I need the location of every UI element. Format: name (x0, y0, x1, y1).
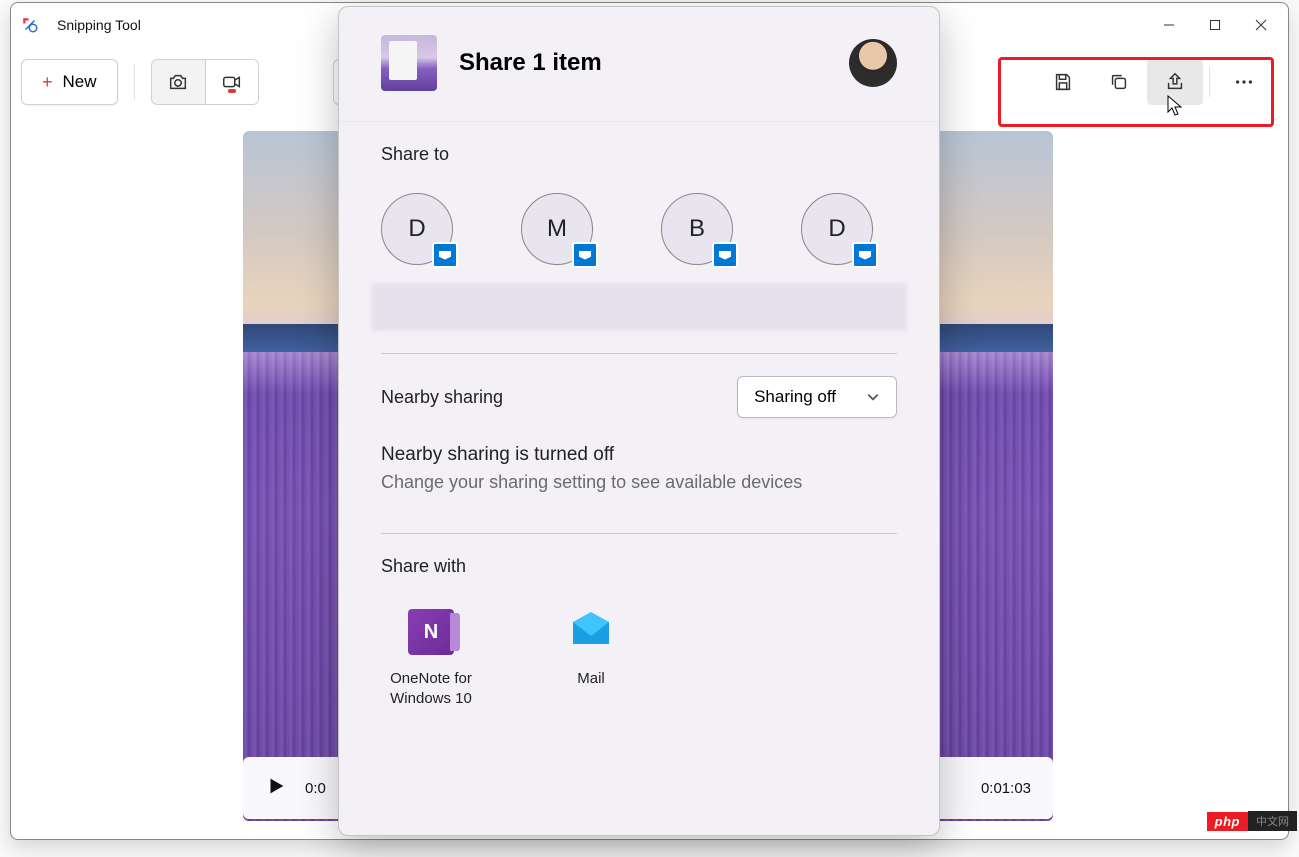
toolbar-actions (1035, 59, 1272, 105)
outlook-badge-icon (432, 242, 458, 268)
contact-initial: D (828, 215, 845, 243)
chevron-down-icon (866, 390, 880, 404)
contact-names-redacted (371, 283, 907, 331)
save-button[interactable] (1035, 59, 1091, 105)
more-button[interactable] (1216, 59, 1272, 105)
contact-initial: D (408, 215, 425, 243)
nearby-dropdown[interactable]: Sharing off (737, 376, 897, 418)
contact-item[interactable]: D (381, 193, 453, 265)
share-title: Share 1 item (459, 49, 827, 77)
minimize-button[interactable] (1146, 9, 1192, 41)
share-header: Share 1 item (339, 7, 939, 122)
divider (1209, 67, 1210, 97)
nearby-substatus: Change your sharing setting to see avail… (381, 472, 897, 493)
share-with-label: Share with (381, 556, 897, 577)
outlook-badge-icon (712, 242, 738, 268)
capture-mode-group (151, 59, 259, 105)
share-to-label: Share to (381, 144, 897, 165)
plus-icon: + (42, 72, 53, 93)
app-label: OneNote for Windows 10 (381, 669, 481, 708)
share-body: Share to D M B D (339, 122, 939, 835)
contact-initial: B (689, 215, 705, 243)
contacts-row: D M B D (381, 193, 897, 265)
watermark: php 中文网 (1207, 811, 1297, 831)
camera-icon (167, 71, 189, 93)
contact-item[interactable]: D (801, 193, 873, 265)
video-mode-button[interactable] (205, 59, 259, 105)
nearby-label: Nearby sharing (381, 387, 503, 408)
divider (381, 533, 897, 534)
current-time: 0:0 (305, 780, 326, 797)
contact-item[interactable]: M (521, 193, 593, 265)
new-button[interactable]: + New (21, 59, 118, 105)
contact-item[interactable]: B (661, 193, 733, 265)
save-icon (1052, 71, 1074, 93)
play-icon (265, 775, 287, 797)
app-onenote[interactable]: OneNote for Windows 10 (381, 605, 481, 708)
nearby-dropdown-value: Sharing off (754, 387, 836, 407)
outlook-badge-icon (572, 242, 598, 268)
screenshot-mode-button[interactable] (151, 59, 205, 105)
total-time: 0:01:03 (981, 780, 1031, 797)
close-button[interactable] (1238, 9, 1284, 41)
watermark-left: php (1207, 812, 1248, 831)
app-mail[interactable]: Mail (541, 605, 641, 708)
app-title: Snipping Tool (57, 17, 141, 33)
nearby-row: Nearby sharing Sharing off (381, 376, 897, 418)
outlook-badge-icon (852, 242, 878, 268)
share-panel: Share 1 item Share to D M B D (338, 6, 940, 836)
copy-button[interactable] (1091, 59, 1147, 105)
share-button[interactable] (1147, 59, 1203, 105)
copy-icon (1108, 71, 1130, 93)
divider (381, 353, 897, 354)
nearby-status: Nearby sharing is turned off (381, 444, 897, 466)
onenote-icon (408, 609, 454, 655)
divider (134, 64, 135, 100)
watermark-right: 中文网 (1248, 811, 1297, 831)
mail-icon (564, 605, 618, 659)
contact-initial: M (547, 215, 567, 243)
app-icon (21, 16, 39, 34)
more-icon (1233, 71, 1255, 93)
new-button-label: New (63, 72, 97, 92)
apps-row: OneNote for Windows 10 Mail (381, 605, 897, 708)
app-label: Mail (577, 669, 605, 689)
share-icon (1164, 71, 1186, 93)
maximize-button[interactable] (1192, 9, 1238, 41)
share-thumbnail (381, 35, 437, 91)
play-button[interactable] (265, 775, 287, 802)
user-avatar[interactable] (849, 39, 897, 87)
